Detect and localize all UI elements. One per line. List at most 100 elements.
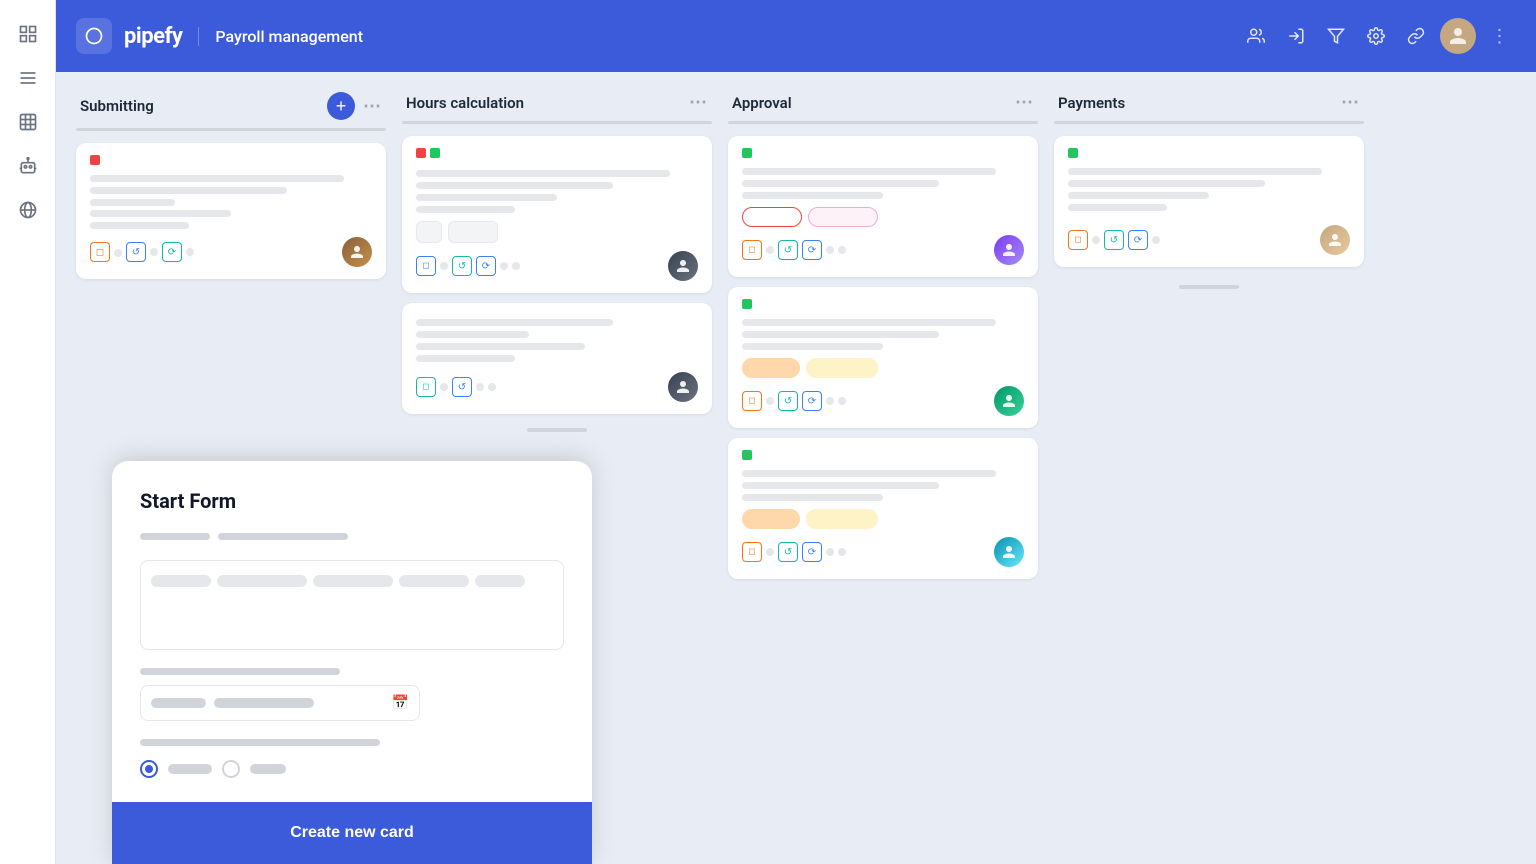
card-hours-1[interactable]: ◻ ↺ ⟳ xyxy=(402,136,712,293)
add-card-btn-submitting[interactable]: + xyxy=(327,92,355,120)
card-icon-tag[interactable]: ◻ xyxy=(1068,230,1088,250)
card-dot-green xyxy=(430,148,440,158)
card-avatar-approval-2 xyxy=(994,386,1024,416)
sidebar-item-globe[interactable] xyxy=(10,192,46,228)
card-line xyxy=(1068,168,1322,175)
column-more-submitting[interactable]: ⋯ xyxy=(363,96,382,117)
card-icon-tag[interactable]: ◻ xyxy=(742,391,762,411)
textarea-content xyxy=(151,571,553,591)
card-submitting-1[interactable]: ◻ ↺ ⟳ xyxy=(76,143,386,279)
card-avatar-approval-3 xyxy=(994,537,1024,567)
sidebar-item-table[interactable] xyxy=(10,104,46,140)
filter-icon-btn[interactable] xyxy=(1320,20,1352,52)
card-badge-2 xyxy=(448,221,498,243)
link-icon-btn[interactable] xyxy=(1400,20,1432,52)
card-badge-orange xyxy=(742,358,800,378)
header-actions: ⋮ xyxy=(1240,18,1516,54)
card-icon-sync[interactable]: ⟳ xyxy=(1128,230,1148,250)
card-icon-sync[interactable]: ⟳ xyxy=(802,240,822,260)
card-icon-refresh[interactable]: ↺ xyxy=(778,240,798,260)
column-line-submitting xyxy=(76,128,386,131)
form-textarea[interactable] xyxy=(140,560,564,650)
card-icon-tag[interactable]: ◻ xyxy=(742,542,762,562)
textarea-pill-5 xyxy=(475,575,525,587)
create-new-card-button[interactable]: Create new card xyxy=(112,802,592,864)
column-more-hours[interactable]: ⋯ xyxy=(689,92,708,113)
card-icon-dot3 xyxy=(838,397,846,405)
card-icon-tag[interactable]: ◻ xyxy=(90,242,110,262)
page-title: Payroll management xyxy=(198,27,363,46)
card-approval-1[interactable]: ◻ ↺ ⟳ xyxy=(728,136,1038,277)
card-icon-sync[interactable]: ⟳ xyxy=(802,391,822,411)
card-avatar-approval-1 xyxy=(994,235,1024,265)
card-badge-yellow-3 xyxy=(806,509,878,529)
card-line xyxy=(90,210,231,217)
column-scroll-indicator xyxy=(402,428,712,432)
card-line xyxy=(416,194,557,201)
column-line-hours xyxy=(402,121,712,124)
radio-option-1[interactable] xyxy=(140,760,158,778)
card-icon-sync[interactable]: ⟳ xyxy=(162,242,182,262)
card-approval-3[interactable]: ◻ ↺ ⟳ xyxy=(728,438,1038,579)
column-payments: Payments ⋯ ◻ ↺ ⟳ xyxy=(1054,92,1364,844)
card-footer: ◻ ↺ ⟳ xyxy=(416,251,698,281)
card-dot-red xyxy=(90,155,100,165)
card-approval-2[interactable]: ◻ ↺ ⟳ xyxy=(728,287,1038,428)
column-title-approval: Approval xyxy=(732,94,1007,112)
card-icon-sync[interactable]: ⟳ xyxy=(476,256,496,276)
card-icon-dot2 xyxy=(826,548,834,556)
card-icon-tag[interactable]: ◻ xyxy=(742,240,762,260)
card-icon-refresh[interactable]: ↺ xyxy=(126,242,146,262)
card-icon-refresh[interactable]: ↺ xyxy=(452,256,472,276)
card-line xyxy=(742,168,996,175)
card-icon-refresh[interactable]: ↺ xyxy=(452,377,472,397)
card-footer-2: ◻ ↺ ⟳ xyxy=(742,386,1024,416)
more-icon-btn[interactable]: ⋮ xyxy=(1484,20,1516,52)
card-icon-refresh[interactable]: ↺ xyxy=(778,391,798,411)
column-title-payments: Payments xyxy=(1058,94,1333,112)
radio-option-2[interactable] xyxy=(222,760,240,778)
card-badge-row xyxy=(416,221,698,243)
form-date-field[interactable]: 📅 xyxy=(140,685,420,721)
card-line xyxy=(416,182,613,189)
card-avatar-payments-1 xyxy=(1320,225,1350,255)
card-badge-row-3 xyxy=(742,509,1024,529)
login-icon-btn[interactable] xyxy=(1280,20,1312,52)
main-content: pipefy Payroll management xyxy=(56,0,1536,864)
card-line xyxy=(1068,180,1265,187)
card-line xyxy=(416,343,585,350)
card-icons-row: ◻ ↺ ⟳ xyxy=(742,391,846,411)
card-icon-dot2 xyxy=(476,383,484,391)
column-more-payments[interactable]: ⋯ xyxy=(1341,92,1360,113)
settings-icon-btn[interactable] xyxy=(1360,20,1392,52)
card-line xyxy=(416,206,515,213)
card-avatar-hours-1 xyxy=(668,251,698,281)
sidebar-item-list[interactable] xyxy=(10,60,46,96)
card-icon-tag[interactable]: ◻ xyxy=(416,256,436,276)
card-dot-red xyxy=(416,148,426,158)
people-icon-btn[interactable] xyxy=(1240,20,1272,52)
card-line xyxy=(1068,192,1209,199)
calendar-icon[interactable]: 📅 xyxy=(392,695,409,711)
card-payments-1[interactable]: ◻ ↺ ⟳ xyxy=(1054,136,1364,267)
user-avatar[interactable] xyxy=(1440,18,1476,54)
textarea-pill-4 xyxy=(399,575,469,587)
card-icon-tag[interactable]: ◻ xyxy=(416,377,436,397)
card-line xyxy=(742,482,939,489)
card-footer-3: ◻ ↺ ⟳ xyxy=(742,537,1024,567)
sidebar-item-robot[interactable] xyxy=(10,148,46,184)
card-line xyxy=(742,470,996,477)
sidebar-item-grid[interactable] xyxy=(10,16,46,52)
card-badge-outline-red xyxy=(742,207,802,227)
card-line xyxy=(416,331,529,338)
card-icon-refresh[interactable]: ↺ xyxy=(1104,230,1124,250)
card-icon-dot2 xyxy=(1152,236,1160,244)
card-icons-row: ◻ ↺ ⟳ xyxy=(742,542,846,562)
card-icon-sync[interactable]: ⟳ xyxy=(802,542,822,562)
card-hours-2[interactable]: ◻ ↺ xyxy=(402,303,712,414)
card-icon-refresh[interactable]: ↺ xyxy=(778,542,798,562)
column-approval: Approval ⋯ ◻ xyxy=(728,92,1038,844)
column-more-approval[interactable]: ⋯ xyxy=(1015,92,1034,113)
column-header-approval: Approval ⋯ xyxy=(728,92,1038,113)
textarea-pill-3 xyxy=(313,575,393,587)
